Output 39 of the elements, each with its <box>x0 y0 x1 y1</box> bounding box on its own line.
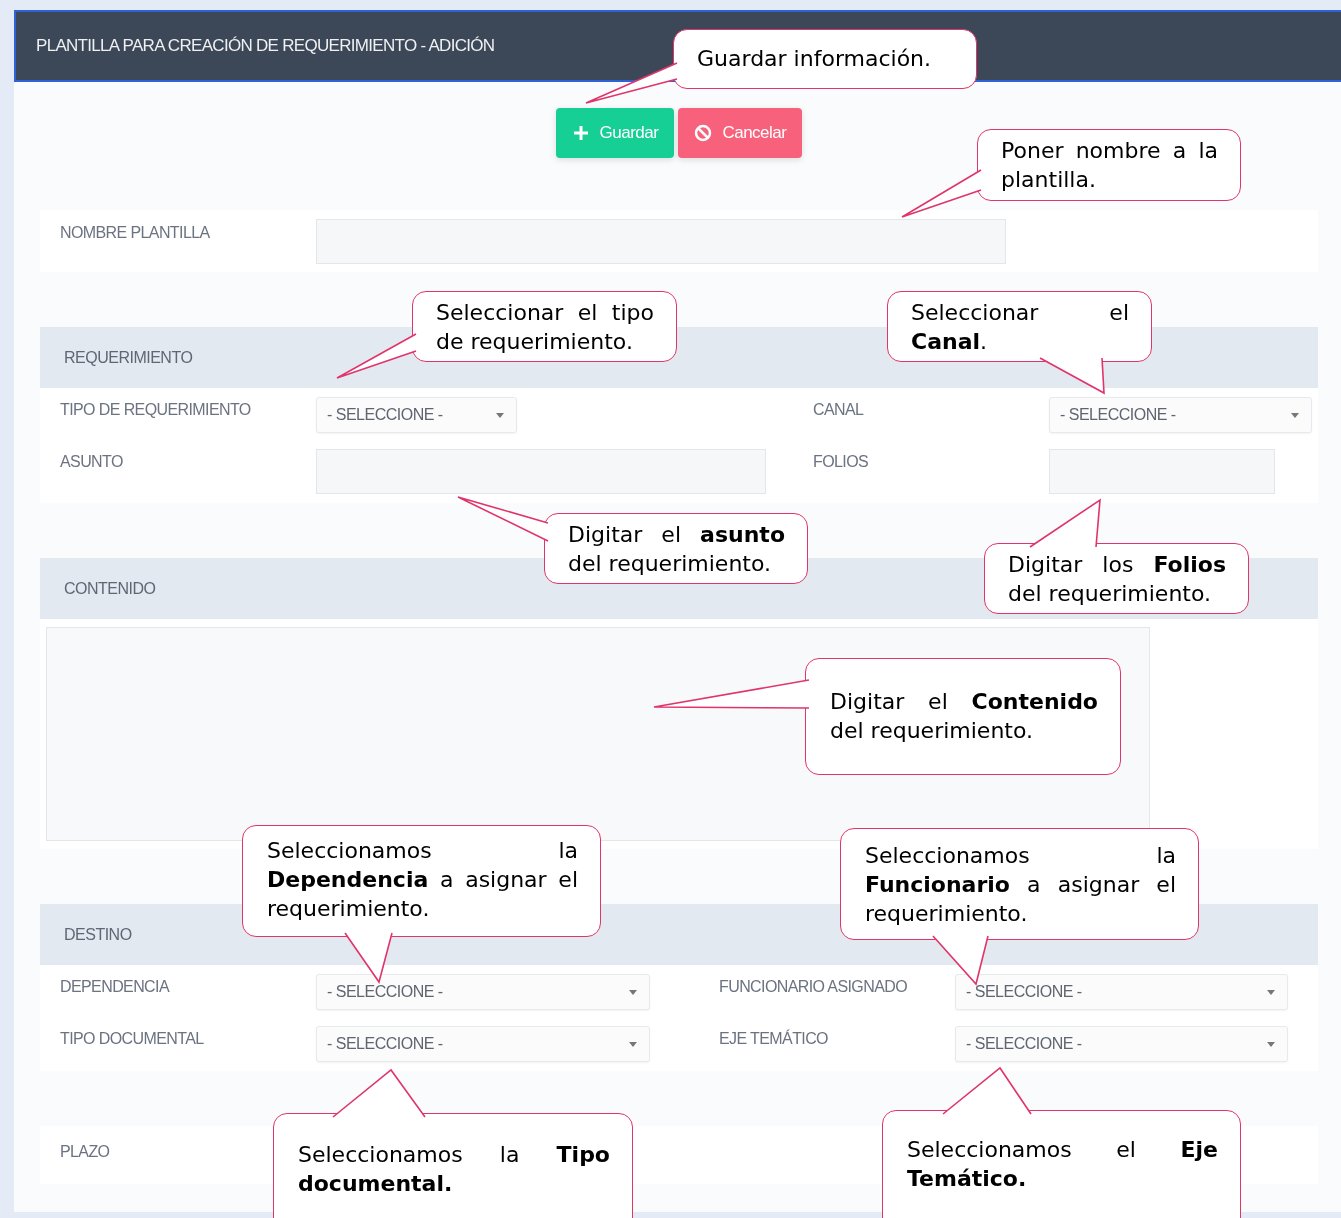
callout: Seleccionamos la Funcionario a asignar el requerimiento. <box>840 828 1199 940</box>
plus-icon <box>571 124 590 142</box>
select-field[interactable]: - SELECCIONE - <box>955 1026 1288 1062</box>
select-field[interactable]: - SELECCIONE - <box>1049 397 1312 433</box>
caret-icon <box>1291 412 1299 418</box>
field-label: FOLIOS <box>812 452 870 471</box>
callout: Poner nombre a la plantilla. <box>977 129 1241 201</box>
section-title: CONTENIDO <box>64 579 156 598</box>
caret-icon <box>1267 1041 1275 1047</box>
select-field[interactable]: - SELECCIONE - <box>316 974 650 1010</box>
select-field[interactable]: - SELECCIONE - <box>316 1026 650 1062</box>
caret-icon <box>496 412 504 418</box>
field-label: NOMBRE PLANTILLA <box>59 223 211 242</box>
field-label: EJE TEMÁTICO <box>718 1028 829 1048</box>
callout: Digitar el asunto del requerimiento. <box>544 513 808 584</box>
caret-icon <box>629 989 637 995</box>
field-label: ASUNTO <box>59 452 124 471</box>
callout: Digitar el Contenido del requerimiento. <box>805 658 1121 775</box>
cancel-button[interactable]: Cancelar <box>678 108 803 158</box>
section-title: REQUERIMIENTO <box>64 348 193 367</box>
ban-icon <box>694 124 713 142</box>
select-field[interactable]: - SELECCIONE - <box>955 974 1288 1010</box>
field-label: TIPO DE REQUERIMIENTO <box>59 400 252 419</box>
callout: Seleccionamos la Dependencia a asignar el requerimiento. <box>242 825 601 937</box>
field-label: FUNCIONARIO ASIGNADO <box>718 977 909 996</box>
input-field[interactable] <box>1049 449 1275 494</box>
field-label: PLAZO <box>59 1142 110 1161</box>
callout: Seleccionar el tipo de requerimiento. <box>412 291 677 362</box>
select-field[interactable]: - SELECCIONE - <box>316 397 517 433</box>
input-field[interactable] <box>316 449 766 494</box>
field-label: CANAL <box>812 400 865 419</box>
caret-icon <box>1267 989 1275 995</box>
page-title: PLANTILLA PARA CREACIÓN DE REQUERIMIENTO - ADICIÓN <box>36 36 495 56</box>
field-label: DEPENDENCIA <box>59 977 171 996</box>
input-field[interactable] <box>316 219 1006 264</box>
section-title: DESTINO <box>64 925 132 944</box>
callout: Guardar información. <box>673 29 977 89</box>
field-label: TIPO DOCUMENTAL <box>59 1029 205 1048</box>
caret-icon <box>629 1041 637 1047</box>
